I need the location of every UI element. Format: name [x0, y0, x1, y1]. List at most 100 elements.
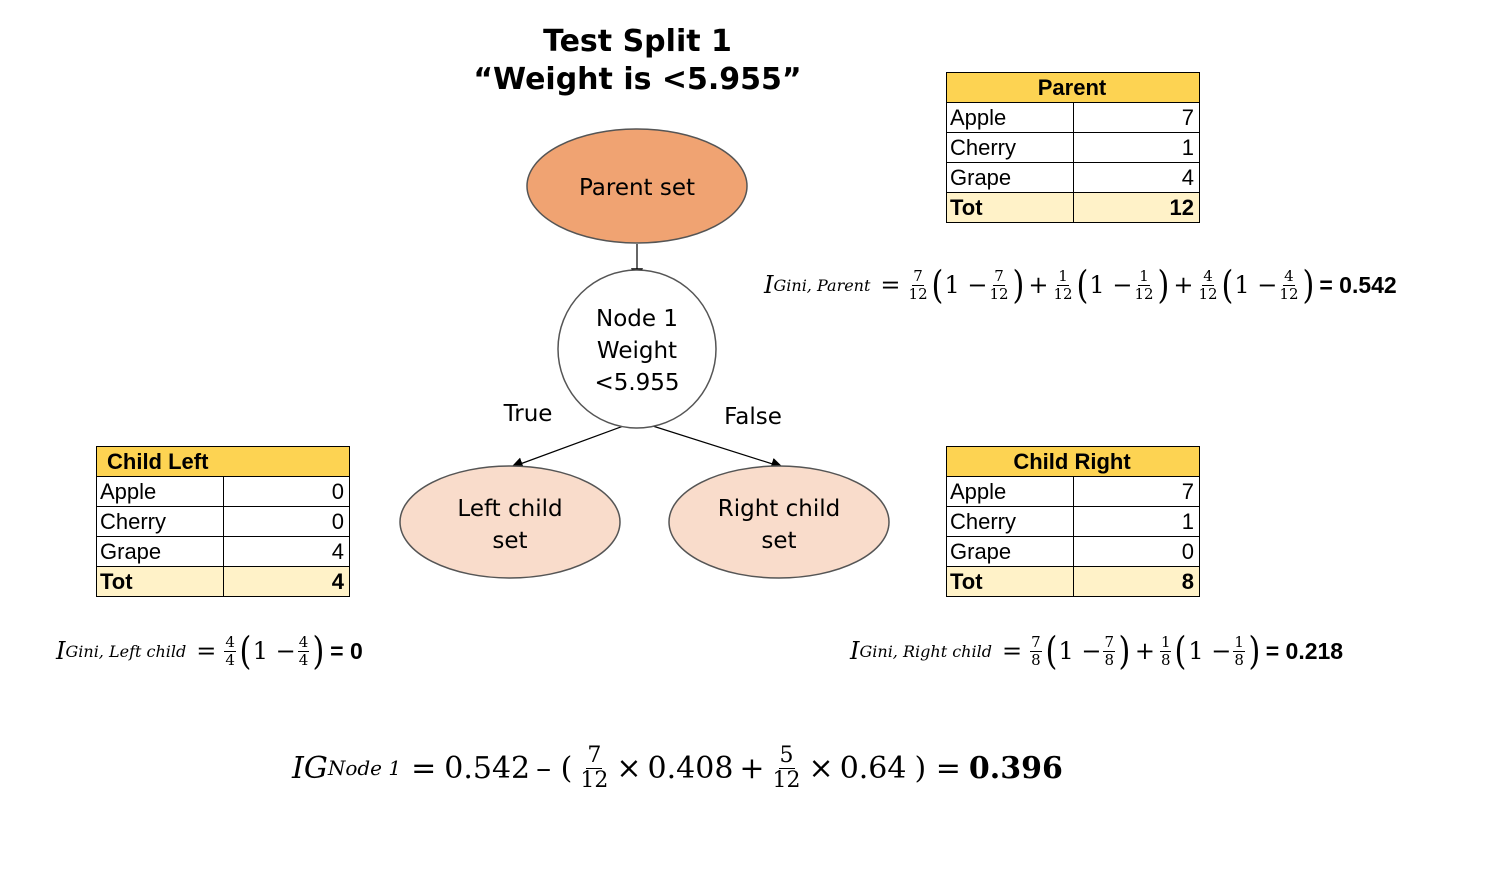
- fruit-label: Apple: [946, 476, 1074, 507]
- left-child-label-line2: set: [492, 528, 527, 554]
- node-1-label-line1: Node 1: [596, 306, 678, 332]
- fruit-count: 1: [1073, 506, 1200, 537]
- formula-symbol: I: [56, 637, 66, 665]
- frac-num: 1: [1233, 632, 1245, 652]
- frac-den: 4: [225, 650, 235, 669]
- formula-symbol: IG: [292, 750, 328, 786]
- fruit-count: 0: [223, 506, 350, 537]
- total-count: 12: [1073, 192, 1200, 223]
- frac-num: 5: [778, 742, 795, 769]
- table-row: Apple 7: [946, 102, 1200, 133]
- total-count: 8: [1073, 566, 1200, 597]
- formula-result: 0.396: [968, 750, 1063, 786]
- fruit-label: Cherry: [96, 506, 224, 537]
- fruit-label: Grape: [946, 536, 1074, 567]
- frac-den: 8: [1031, 650, 1041, 669]
- frac-den: 8: [1104, 650, 1114, 669]
- formula-subscript: Gini, Right child: [859, 641, 992, 661]
- frac-den: 12: [908, 284, 928, 303]
- formula-subscript: Gini, Left child: [65, 641, 187, 661]
- table-header: Child Left: [96, 446, 350, 477]
- fruit-count: 0: [1073, 536, 1200, 567]
- gini-left-child-formula: I Gini, Left child = 44 (1 −4 4) = 0: [56, 629, 363, 673]
- frac-num: 7: [912, 266, 924, 286]
- formula-symbol: I: [850, 637, 860, 665]
- right-child-label-line1: Right child: [718, 496, 840, 522]
- left-child-label-line1: Left child: [457, 496, 562, 522]
- frac-den: 12: [1134, 284, 1154, 303]
- total-row: Tot 4: [96, 566, 350, 597]
- total-row: Tot 8: [946, 566, 1200, 597]
- frac-num: 1: [1159, 632, 1172, 652]
- table-row: Cherry 0: [96, 506, 350, 537]
- fruit-count: 1: [1073, 132, 1200, 163]
- total-count: 4: [223, 566, 350, 597]
- table-row: Grape 4: [946, 162, 1200, 193]
- total-label: Tot: [96, 566, 224, 597]
- frac-den: 12: [1279, 284, 1299, 303]
- frac-den: 12: [1053, 284, 1073, 303]
- table-header: Child Right: [946, 446, 1200, 477]
- fruit-count: 7: [1073, 102, 1200, 133]
- child-left-count-table: Child Left Apple 0 Cherry 0 Grape 4 Tot 4: [96, 446, 350, 597]
- table-row: Grape 4: [96, 536, 350, 567]
- total-row: Tot 12: [946, 192, 1200, 223]
- right-child-label-line2: set: [761, 528, 796, 554]
- frac-den: 12: [580, 767, 609, 793]
- frac-num: 1: [1138, 266, 1150, 286]
- table-row: Cherry 1: [946, 132, 1200, 163]
- true-edge-label: True: [503, 401, 553, 427]
- frac-num: 4: [224, 632, 236, 652]
- right-gini-value: 0.64: [839, 750, 907, 786]
- fruit-label: Cherry: [946, 132, 1074, 163]
- frac-den: 12: [1198, 284, 1218, 303]
- parent-set-label: Parent set: [579, 175, 695, 201]
- total-label: Tot: [946, 192, 1074, 223]
- formula-result: 0.542: [1339, 271, 1397, 298]
- formula-subscript: Gini, Parent: [773, 275, 871, 295]
- total-label: Tot: [946, 566, 1074, 597]
- node-1-label-line2: Weight: [597, 338, 677, 364]
- frac-num: 7: [1030, 632, 1042, 652]
- fruit-count: 7: [1073, 476, 1200, 507]
- frac-num: 4: [1202, 266, 1214, 286]
- left-gini-value: 0.408: [647, 750, 734, 786]
- gini-right-child-formula: I Gini, Right child = 78 (1 −7 8) + 18 (1 …: [850, 629, 1344, 673]
- parent-gini-value: 0.542: [444, 750, 531, 786]
- frac-den: 12: [772, 767, 801, 793]
- frac-den: 4: [298, 650, 309, 669]
- information-gain-formula: IG Node 1 = 0.542 – ( 7 12 × 0.408 + 5 12 ×…: [292, 742, 1063, 793]
- gini-parent-formula: I Gini, Parent = 7 12 (1 −7 12) + 1 12 (1 −1…: [764, 263, 1397, 307]
- fruit-label: Apple: [946, 102, 1074, 133]
- table-row: Grape 0: [946, 536, 1200, 567]
- fruit-label: Apple: [96, 476, 224, 507]
- frac-num: 4: [297, 632, 310, 652]
- table-row: Apple 0: [96, 476, 350, 507]
- fruit-count: 4: [223, 536, 350, 567]
- parent-count-table: Parent Apple 7 Cherry 1 Grape 4 Tot 12: [946, 72, 1200, 223]
- right-child-node: [668, 465, 890, 579]
- fruit-label: Grape: [96, 536, 224, 567]
- frac-num: 4: [1283, 266, 1295, 286]
- formula-result: 0: [349, 637, 363, 664]
- node-1-label-line3: <5.955: [594, 370, 679, 396]
- frac-num: 7: [586, 742, 603, 769]
- false-edge-label: False: [724, 404, 782, 430]
- fruit-label: Grape: [946, 162, 1074, 193]
- formula-result: 0.218: [1285, 637, 1344, 664]
- left-child-node: [399, 465, 621, 579]
- frac-num: 7: [1103, 632, 1115, 652]
- table-row: Cherry 1: [946, 506, 1200, 537]
- table-row: Apple 7: [946, 476, 1200, 507]
- fruit-count: 0: [223, 476, 350, 507]
- fruit-label: Cherry: [946, 506, 1074, 537]
- table-header: Parent: [946, 72, 1200, 103]
- frac-den: 8: [1160, 650, 1171, 669]
- formula-subscript: Node 1: [327, 756, 402, 780]
- child-right-count-table: Child Right Apple 7 Cherry 1 Grape 0 Tot 8: [946, 446, 1200, 597]
- fruit-count: 4: [1073, 162, 1200, 193]
- frac-num: 7: [993, 266, 1005, 286]
- frac-den: 12: [989, 284, 1009, 303]
- frac-num: 1: [1057, 266, 1069, 286]
- formula-symbol: I: [764, 271, 774, 299]
